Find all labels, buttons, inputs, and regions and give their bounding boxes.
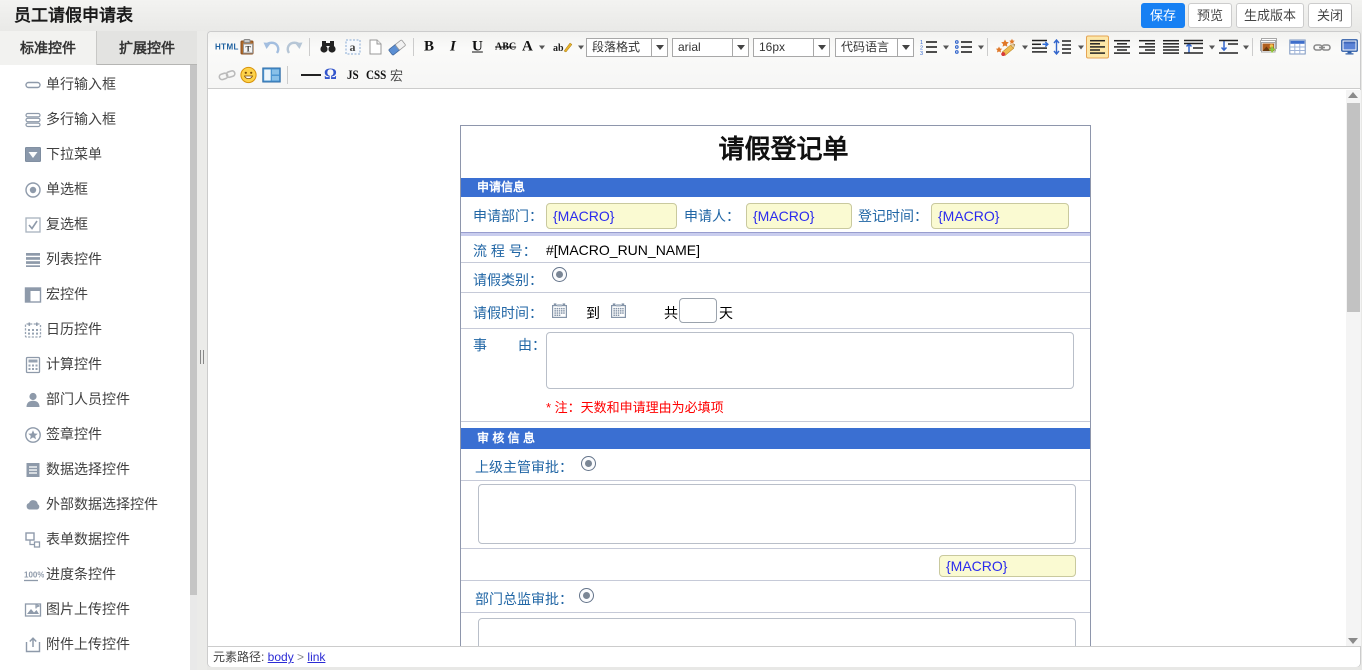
- svg-text:ab: ab: [553, 43, 564, 54]
- svg-text:100%: 100%: [24, 570, 44, 579]
- svg-text:T: T: [246, 45, 252, 54]
- svg-text:3: 3: [920, 51, 923, 55]
- svg-text:a: a: [350, 40, 356, 54]
